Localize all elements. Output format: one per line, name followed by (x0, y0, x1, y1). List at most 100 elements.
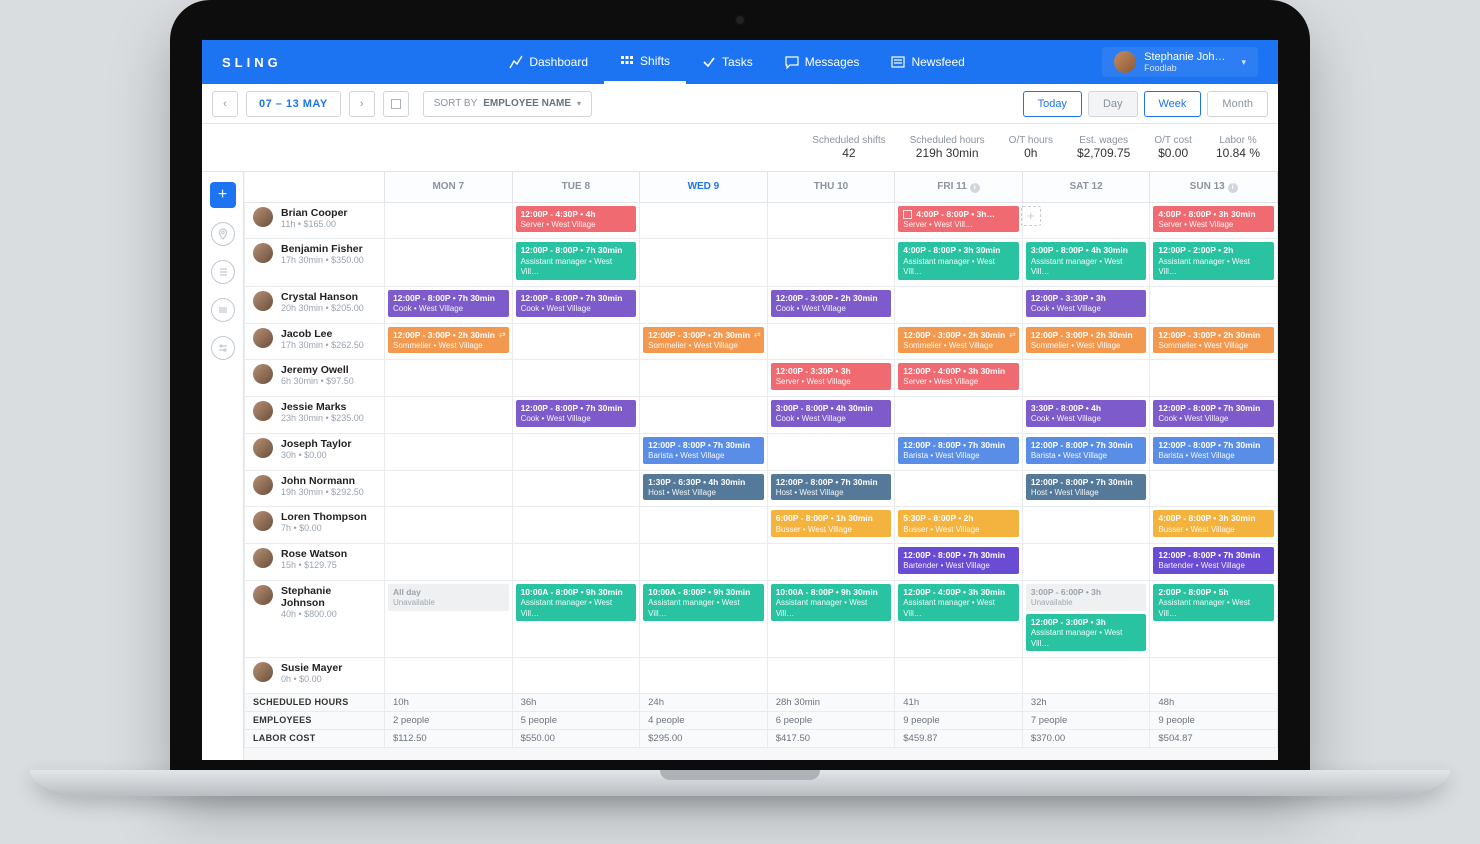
day-cell[interactable] (895, 658, 1023, 694)
shift-chip[interactable]: 12:00P - 3:00P • 3hAssistant manager • W… (1026, 614, 1147, 651)
shift-chip[interactable]: 10:00A - 8:00P • 9h 30minAssistant manag… (516, 584, 637, 621)
employee-cell[interactable]: Benjamin Fisher17h 30min • $350.00 (253, 243, 376, 265)
view-day[interactable]: Day (1088, 91, 1138, 117)
shift-chip[interactable]: 3:00P - 6:00P • 3hUnavailable (1026, 584, 1147, 611)
day-cell[interactable]: 10:00A - 8:00P • 9h 30minAssistant manag… (767, 580, 895, 657)
shift-chip[interactable]: 3:00P - 8:00P • 4h 30minAssistant manage… (1026, 242, 1147, 279)
day-cell[interactable]: 2:00P - 8:00P • 5hAssistant manager • We… (1150, 580, 1278, 657)
employee-cell[interactable]: Susie Mayer0h • $0.00 (253, 662, 376, 684)
shift-chip[interactable]: 12:00P - 4:00P • 3h 30minAssistant manag… (898, 584, 1019, 621)
day-cell[interactable]: 12:00P - 3:00P • 2h 30minCook • West Vil… (767, 286, 895, 323)
shift-chip[interactable]: 4:00P - 8:00P • 3h…Server • West Vill… (898, 206, 1019, 233)
shift-chip[interactable]: 12:00P - 3:00P • 2h 30minCook • West Vil… (771, 290, 892, 317)
day-cell[interactable]: 3:00P - 8:00P • 4h 30minCook • West Vill… (767, 397, 895, 434)
nav-dashboard[interactable]: Dashboard (493, 40, 604, 84)
shift-chip[interactable]: 12:00P - 4:00P • 3h 30minServer • West V… (898, 363, 1019, 390)
day-cell[interactable]: 12:00P - 8:00P • 7h 30minBarista • West … (895, 433, 1023, 470)
shift-chip[interactable]: 12:00P - 3:30P • 3hCook • West Village (1026, 290, 1147, 317)
view-week[interactable]: Week (1144, 91, 1202, 117)
day-cell[interactable]: 12:00P - 8:00P • 7h 30minHost • West Vil… (1022, 470, 1150, 507)
day-cell[interactable] (512, 360, 640, 397)
day-cell[interactable] (640, 544, 768, 581)
day-cell[interactable]: 12:00P - 4:30P • 4hServer • West Village (512, 202, 640, 239)
day-cell[interactable] (767, 202, 895, 239)
day-cell[interactable]: 12:00P - 8:00P • 7h 30minBarista • West … (1150, 433, 1278, 470)
day-cell[interactable] (385, 433, 513, 470)
day-cell[interactable] (767, 239, 895, 286)
shift-chip[interactable]: 12:00P - 8:00P • 7h 30minHost • West Vil… (1026, 474, 1147, 501)
rail-location-icon[interactable] (211, 222, 235, 246)
day-cell[interactable]: 12:00P - 3:00P • 2h 30minSommelier • Wes… (895, 323, 1023, 360)
day-cell[interactable] (1150, 470, 1278, 507)
day-cell[interactable]: 12:00P - 8:00P • 7h 30minHost • West Vil… (767, 470, 895, 507)
view-month[interactable]: Month (1207, 91, 1268, 117)
day-cell[interactable]: 12:00P - 8:00P • 7h 30minCook • West Vil… (1150, 397, 1278, 434)
employee-cell[interactable]: John Normann19h 30min • $292.50 (253, 475, 376, 497)
shift-chip[interactable]: 2:00P - 8:00P • 5hAssistant manager • We… (1153, 584, 1274, 621)
day-cell[interactable]: 12:00P - 8:00P • 7h 30minAssistant manag… (512, 239, 640, 286)
shift-chip[interactable]: 4:00P - 8:00P • 3h 30minAssistant manage… (898, 242, 1019, 279)
shift-chip[interactable]: 3:30P - 8:00P • 4hCook • West Village (1026, 400, 1147, 427)
add-shift-button[interactable]: + (210, 182, 236, 208)
shift-chip[interactable]: 12:00P - 8:00P • 7h 30minBarista • West … (1026, 437, 1147, 464)
day-cell[interactable] (895, 286, 1023, 323)
day-cell[interactable]: 12:00P - 3:00P • 2h 30minSommelier • Wes… (1022, 323, 1150, 360)
day-cell[interactable]: 12:00P - 3:00P • 2h 30minSommelier • Wes… (640, 323, 768, 360)
day-cell[interactable] (385, 470, 513, 507)
day-cell[interactable]: 6:00P - 8:00P • 1h 30minBusser • West Vi… (767, 507, 895, 544)
user-menu[interactable]: Stephanie Joh… Foodlab ▾ (1102, 47, 1258, 77)
day-cell[interactable] (640, 239, 768, 286)
shift-chip[interactable]: 5:30P - 8:00P • 2hBusser • West Village (898, 510, 1019, 537)
day-cell[interactable] (1150, 360, 1278, 397)
shift-chip[interactable]: 4:00P - 8:00P • 3h 30minBusser • West Vi… (1153, 510, 1274, 537)
day-cell[interactable]: 12:00P - 8:00P • 7h 30minBartender • Wes… (895, 544, 1023, 581)
day-cell[interactable]: 12:00P - 3:30P • 3hServer • West Village (767, 360, 895, 397)
day-cell[interactable]: 10:00A - 8:00P • 9h 30minAssistant manag… (640, 580, 768, 657)
day-cell[interactable] (640, 286, 768, 323)
shift-chip[interactable]: 12:00P - 3:30P • 3hServer • West Village (771, 363, 892, 390)
day-cell[interactable]: 1:30P - 6:30P • 4h 30minHost • West Vill… (640, 470, 768, 507)
day-cell[interactable]: 12:00P - 8:00P • 7h 30minCook • West Vil… (512, 286, 640, 323)
day-cell[interactable]: 12:00P - 2:00P • 2hAssistant manager • W… (1150, 239, 1278, 286)
day-cell[interactable] (895, 397, 1023, 434)
day-cell[interactable]: 3:00P - 6:00P • 3hUnavailable 12:00P - 3:… (1022, 580, 1150, 657)
day-cell[interactable]: 4:00P - 8:00P • 3h 30minAssistant manage… (895, 239, 1023, 286)
nav-tasks[interactable]: Tasks (686, 40, 769, 84)
shift-chip[interactable]: 12:00P - 8:00P • 7h 30minBartender • Wes… (1153, 547, 1274, 574)
day-cell[interactable] (1022, 544, 1150, 581)
day-cell[interactable] (640, 397, 768, 434)
day-cell[interactable] (385, 544, 513, 581)
shift-chip[interactable]: 12:00P - 8:00P • 7h 30minCook • West Vil… (388, 290, 509, 317)
day-cell[interactable] (385, 360, 513, 397)
shift-chip[interactable]: All dayUnavailable (388, 584, 509, 611)
employee-cell[interactable]: Jeremy Owell6h 30min • $97.50 (253, 364, 376, 386)
shift-chip[interactable]: 12:00P - 8:00P • 7h 30minAssistant manag… (516, 242, 637, 279)
day-cell[interactable]: 12:00P - 8:00P • 7h 30minBarista • West … (1022, 433, 1150, 470)
day-cell[interactable] (385, 507, 513, 544)
schedule-grid[interactable]: MON 7TUE 8WED 9THU 10FRI 11iSAT 12SUN 13… (244, 172, 1278, 760)
day-cell[interactable] (767, 433, 895, 470)
rail-settings-icon[interactable] (211, 336, 235, 360)
nav-messages[interactable]: Messages (769, 40, 876, 84)
day-cell[interactable] (767, 658, 895, 694)
employee-cell[interactable]: Brian Cooper11h • $165.00 (253, 207, 376, 229)
shift-chip[interactable]: 12:00P - 3:00P • 2h 30minSommelier • Wes… (643, 327, 764, 354)
toggle-checkbox[interactable] (383, 91, 409, 117)
day-cell[interactable] (640, 507, 768, 544)
shift-chip[interactable]: 12:00P - 2:00P • 2hAssistant manager • W… (1153, 242, 1274, 279)
nav-shifts[interactable]: Shifts (604, 40, 686, 84)
employee-cell[interactable]: Rose Watson15h • $129.75 (253, 548, 376, 570)
day-header[interactable]: SUN 13i (1150, 172, 1278, 202)
shift-chip[interactable]: 12:00P - 8:00P • 7h 30minHost • West Vil… (771, 474, 892, 501)
next-week-button[interactable]: › (349, 91, 375, 117)
add-shift-inline[interactable]: + (1021, 206, 1041, 226)
day-cell[interactable] (512, 470, 640, 507)
day-cell[interactable] (512, 658, 640, 694)
rail-list-icon[interactable] (211, 260, 235, 284)
day-cell[interactable]: 12:00P - 8:00P • 7h 30minCook • West Vil… (512, 397, 640, 434)
day-header[interactable]: MON 7 (385, 172, 513, 202)
employee-cell[interactable]: Jessie Marks23h 30min • $235.00 (253, 401, 376, 423)
sort-dropdown[interactable]: SORT BY EMPLOYEE NAME ▾ (423, 91, 592, 117)
day-cell[interactable] (385, 239, 513, 286)
day-cell[interactable] (1022, 360, 1150, 397)
